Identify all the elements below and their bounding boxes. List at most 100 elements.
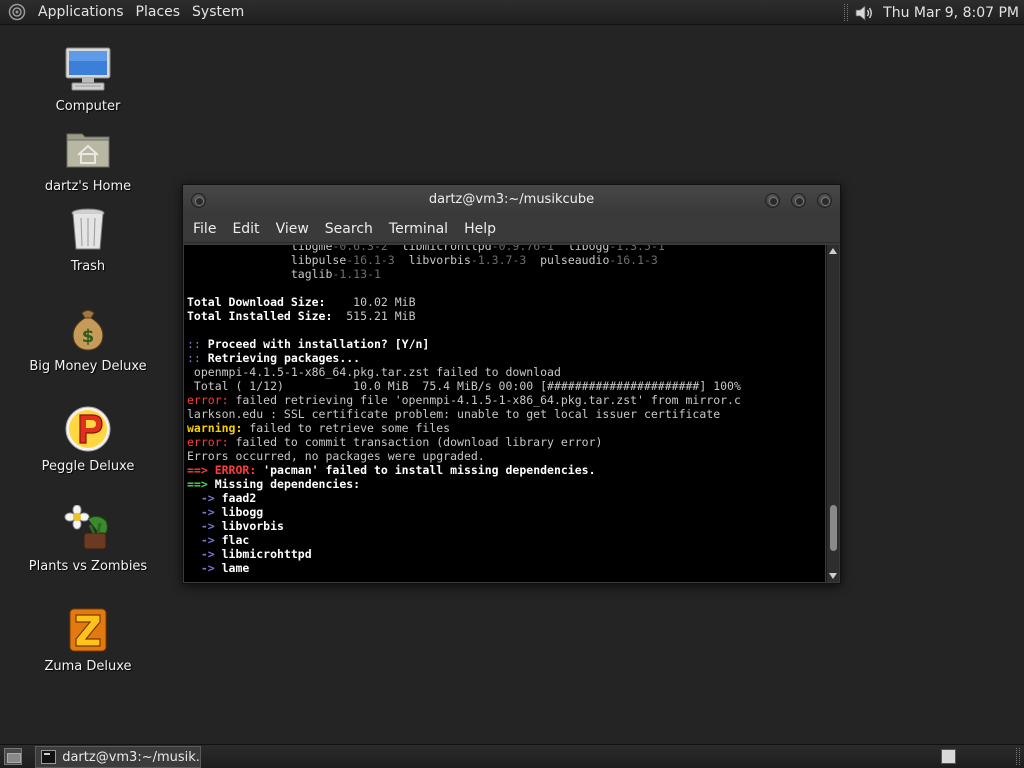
terminal-text-segment: -1.3.5-1 xyxy=(609,245,665,253)
terminal-text-segment: lame xyxy=(214,561,250,575)
terminal-text-segment: :: xyxy=(187,351,201,365)
places-menu[interactable]: Places xyxy=(130,0,187,25)
terminal-text-segment: libvorbis xyxy=(214,519,284,533)
terminal-text-segment: faad2 xyxy=(214,491,257,505)
terminal-text-segment: libvorbis xyxy=(394,253,471,267)
terminal-text-segment: flac xyxy=(214,533,250,547)
terminal-text-segment: -> xyxy=(187,505,215,519)
terminal-text-segment: Total Download Size: xyxy=(187,295,326,309)
terminal-text-segment: taglib xyxy=(290,267,333,281)
terminal-scrollbar[interactable] xyxy=(826,245,839,582)
terminal-text-segment: libpulse xyxy=(290,253,347,267)
clock[interactable]: Thu Mar 9, 8:07 PM xyxy=(883,5,1019,21)
window-titlebar[interactable]: dartz@vm3:~/musikcube xyxy=(183,185,840,215)
terminal-line: -> libogg xyxy=(187,505,741,519)
menu-view[interactable]: View xyxy=(270,215,315,243)
system-menu[interactable]: System xyxy=(186,0,250,25)
terminal-text-segment: 'pacman' failed to install missing depen… xyxy=(256,463,596,477)
terminal-text-segment: failed retrieving file 'openmpi-4.1.5-1-… xyxy=(228,393,741,407)
taskbar-window-label: dartz@vm3:~/musik... xyxy=(62,749,200,765)
menu-edit[interactable]: Edit xyxy=(226,215,265,243)
terminal-line: error: failed to commit transaction (dow… xyxy=(187,435,741,449)
terminal-line: Total Installed Size: 515.21 MiB xyxy=(187,309,741,323)
desktop-icon-plants-vs-zombies[interactable]: Plants vs Zombies xyxy=(13,505,163,574)
terminal-text-segment: :: xyxy=(187,337,201,351)
plants-vs-zombies-icon xyxy=(64,505,108,550)
show-desktop-icon[interactable] xyxy=(4,748,22,765)
terminal-text-segment: pulseaudio xyxy=(526,253,610,267)
terminal-window[interactable]: dartz@vm3:~/musikcube File Edit View Sea… xyxy=(182,184,841,584)
desktop-icon-peggle[interactable]: Peggle Deluxe xyxy=(13,405,163,474)
desktop-icon-big-money[interactable]: $ Big Money Deluxe xyxy=(13,305,163,374)
terminal-text-segment: -> xyxy=(187,561,215,575)
menu-file[interactable]: File xyxy=(187,215,222,243)
scrollbar-thumb[interactable] xyxy=(830,505,837,552)
terminal-text-segment: failed to commit transaction (download l… xyxy=(228,435,603,449)
desktop-icon-zuma[interactable]: Zuma Deluxe xyxy=(13,605,163,674)
desktop-icon-label: dartz's Home xyxy=(44,179,132,194)
scroll-up-arrow-icon[interactable] xyxy=(829,248,837,254)
applications-menu[interactable]: Applications xyxy=(32,0,130,25)
close-button[interactable] xyxy=(817,193,832,208)
terminal-text: libgme-0.6.3-2 libmicrohttpd-0.9.76-1 li… xyxy=(184,245,741,575)
trash-icon xyxy=(71,208,105,250)
terminal-text-segment: -> xyxy=(187,491,215,505)
terminal-line: taglib-1.13-1 xyxy=(187,267,741,281)
terminal-text-segment: -> xyxy=(187,519,215,533)
terminal-text-segment: warning: xyxy=(187,421,243,435)
terminal-text-segment: 10.02 MiB xyxy=(325,295,416,309)
bottom-panel: dartz@vm3:~/musik... xyxy=(0,744,1024,768)
scroll-down-arrow-icon[interactable] xyxy=(829,573,837,579)
panel-handle[interactable] xyxy=(1016,748,1020,765)
terminal-icon xyxy=(41,750,57,764)
taskbar-window-terminal[interactable]: dartz@vm3:~/musik... xyxy=(35,746,201,768)
volume-icon[interactable] xyxy=(853,3,875,23)
terminal-line: -> flac xyxy=(187,533,741,547)
terminal-text-segment: -> xyxy=(187,533,215,547)
panel-handle[interactable] xyxy=(844,4,849,21)
top-panel-tray: Thu Mar 9, 8:07 PM xyxy=(839,0,1024,25)
desktop-icon-label: Plants vs Zombies xyxy=(28,559,148,574)
terminal-text-segment: failed to retrieve some files xyxy=(242,421,451,435)
terminal-output[interactable]: libgme-0.6.3-2 libmicrohttpd-0.9.76-1 li… xyxy=(184,245,825,582)
terminal-line: larkson.edu : SSL certificate problem: u… xyxy=(187,407,741,421)
terminal-text-segment: -0.9.76-1 xyxy=(491,245,554,253)
terminal-text-segment: -1.3.7-3 xyxy=(470,253,527,267)
terminal-text-segment: libmicrohttpd xyxy=(387,245,492,253)
svg-text:$: $ xyxy=(82,326,95,347)
terminal-line: Errors occurred, no packages were upgrad… xyxy=(187,449,741,463)
desktop-icon-computer[interactable]: Computer xyxy=(13,45,163,114)
menu-search[interactable]: Search xyxy=(319,215,379,243)
terminal-text-segment: ==> xyxy=(187,463,208,477)
top-panel: Applications Places System Thu Mar 9, 8:… xyxy=(0,0,1024,25)
maximize-button[interactable] xyxy=(791,193,806,208)
desktop-icon-label: Computer xyxy=(55,99,121,114)
terminal-line: Total Download Size: 10.02 MiB xyxy=(187,295,741,309)
menu-help[interactable]: Help xyxy=(458,215,502,243)
window-menu-button[interactable] xyxy=(191,193,206,208)
terminal-text-segment: libgme xyxy=(290,245,333,253)
distro-logo-icon[interactable] xyxy=(8,3,26,21)
terminal-text-segment: error: xyxy=(187,435,229,449)
terminal-text-segment: Missing dependencies: xyxy=(207,477,361,491)
terminal-text-segment: -0.6.3-2 xyxy=(332,245,388,253)
terminal-line: ==> Missing dependencies: xyxy=(187,477,741,491)
desktop-icon-home[interactable]: dartz's Home xyxy=(13,125,163,194)
terminal-text-segment: -1.13-1 xyxy=(332,267,381,281)
terminal-text-segment: libmicrohttpd xyxy=(214,547,312,561)
terminal-line: -> libmicrohttpd xyxy=(187,547,741,561)
terminal-line: -> faad2 xyxy=(187,491,741,505)
computer-icon xyxy=(65,47,111,91)
desktop-icon-label: Trash xyxy=(70,259,106,274)
menu-terminal[interactable]: Terminal xyxy=(383,215,454,243)
terminal-line: ==> ERROR: 'pacman' failed to install mi… xyxy=(187,463,741,477)
minimize-button[interactable] xyxy=(765,193,780,208)
terminal-line: :: Retrieving packages... xyxy=(187,351,741,365)
terminal-line: warning: failed to retrieve some files xyxy=(187,421,741,435)
workspace-switcher[interactable] xyxy=(941,749,956,764)
desktop-icon-trash[interactable]: Trash xyxy=(13,205,163,274)
